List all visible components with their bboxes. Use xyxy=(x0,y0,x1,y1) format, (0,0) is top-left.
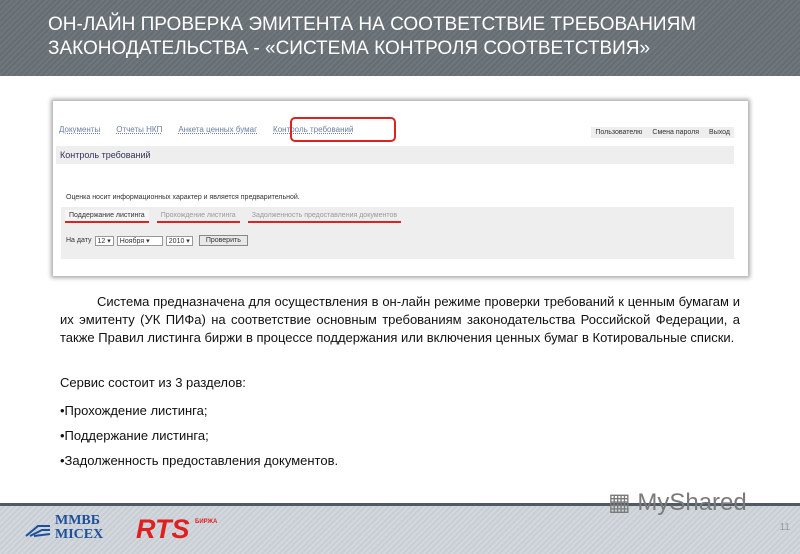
myshared-watermark: ▦ MyShared xyxy=(608,488,747,517)
tab-listing-maintenance[interactable]: Поддержание листинга xyxy=(65,210,149,223)
highlight-outline xyxy=(290,117,396,142)
page-number: 11 xyxy=(779,522,790,533)
tab-panel: Поддержание листинга Прохождение листинг… xyxy=(61,207,734,259)
slide-header: ОН-ЛАЙН ПРОВЕРКА ЭМИТЕНТА НА СООТВЕТСТВИ… xyxy=(0,0,800,76)
year-value: 2010 xyxy=(168,237,185,245)
micex-logo: ММВБ MICEX xyxy=(55,514,103,542)
tab-listing-passing[interactable]: Прохождение листинга xyxy=(156,210,240,223)
description-paragraph: Система предназначена для осуществления … xyxy=(60,294,740,345)
sections-intro: Сервис состоит из 3 разделов: xyxy=(60,375,246,390)
nav-nkp-reports[interactable]: Отчеты НКП xyxy=(116,125,162,134)
nav-documents[interactable]: Документы xyxy=(59,125,100,134)
month-value: Ноября xyxy=(119,237,145,245)
check-button[interactable]: Проверить xyxy=(198,235,248,246)
nav-securities-form[interactable]: Анкета ценных бумаг xyxy=(178,125,257,134)
micex-line2: MICEX xyxy=(55,527,104,542)
list-item: •Поддержание листинга; xyxy=(60,428,209,443)
user-menu: Пользователю Смена пароля Выход xyxy=(591,127,734,138)
rts-birzha-label: БИРЖА xyxy=(195,519,218,525)
tab-document-debt[interactable]: Задолженность предоставления документов xyxy=(247,210,402,223)
app-screenshot: Документы Отчеты НКП Анкета ценных бумаг… xyxy=(53,101,748,276)
date-form: На дату 12 ▾ Ноября ▾ 2010 ▾ Проверить xyxy=(66,235,248,246)
slide-title-line1: ОН-ЛАЙН ПРОВЕРКА ЭМИТЕНТА НА СООТВЕТСТВИ… xyxy=(48,14,697,35)
user-menu-profile[interactable]: Пользователю xyxy=(595,129,642,136)
day-value: 12 xyxy=(97,237,106,245)
micex-line1: ММВБ xyxy=(55,513,101,528)
date-label: На дату xyxy=(66,237,92,244)
month-select[interactable]: Ноября ▾ xyxy=(116,235,163,246)
micex-logo-icon xyxy=(25,525,51,537)
user-menu-change-password[interactable]: Смена пароля xyxy=(652,129,699,136)
list-item: •Задолженность предоставления документов… xyxy=(60,453,339,468)
year-select[interactable]: 2010 ▾ xyxy=(165,235,193,246)
user-menu-logout[interactable]: Выход xyxy=(709,129,730,136)
watermark-text: MyShared xyxy=(637,489,747,516)
presentation-icon: ▦ xyxy=(608,489,631,516)
section-title: Контроль требований xyxy=(56,146,734,164)
rts-logo: RTS xyxy=(136,514,190,544)
disclaimer-note: Оценка носит информационных характер и я… xyxy=(66,194,300,201)
slide-title-line2: ЗАКОНОДАТЕЛЬСТВА - «СИСТЕМА КОНТРОЛЯ СОО… xyxy=(48,38,651,59)
list-item: •Прохождение листинга; xyxy=(60,403,208,418)
day-select[interactable]: 12 ▾ xyxy=(94,235,114,246)
